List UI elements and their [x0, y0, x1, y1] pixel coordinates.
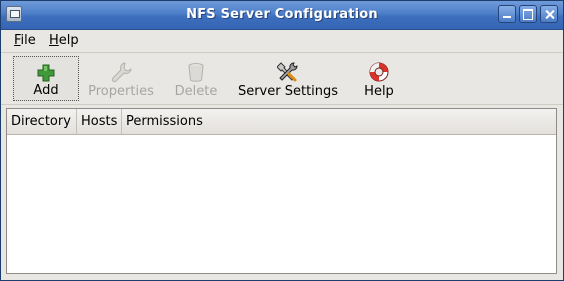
- window-title: NFS Server Configuration: [186, 7, 378, 22]
- maximize-button[interactable]: [519, 5, 537, 23]
- menu-file[interactable]: File: [14, 33, 36, 48]
- close-button[interactable]: [540, 5, 558, 23]
- table-body[interactable]: [7, 135, 556, 273]
- server-settings-button-label: Server Settings: [237, 84, 339, 99]
- lifebuoy-icon: [369, 62, 389, 82]
- properties-button[interactable]: Properties: [83, 56, 159, 101]
- minimize-button[interactable]: [498, 5, 516, 23]
- plus-icon: [37, 64, 55, 82]
- add-button-label: Add: [33, 83, 59, 98]
- column-header-hosts[interactable]: Hosts: [77, 109, 122, 134]
- table-header: Directory Hosts Permissions: [7, 109, 556, 135]
- delete-button[interactable]: Delete: [165, 56, 227, 101]
- column-header-permissions[interactable]: Permissions: [122, 109, 556, 134]
- delete-button-label: Delete: [174, 84, 218, 99]
- add-button[interactable]: Add: [13, 56, 79, 101]
- trash-icon: [188, 63, 204, 82]
- column-header-directory[interactable]: Directory: [7, 109, 77, 134]
- exports-table[interactable]: Directory Hosts Permissions: [6, 108, 557, 274]
- server-settings-button[interactable]: Server Settings: [233, 56, 343, 101]
- main-window: NFS Server Configuration File Help Add P…: [0, 0, 564, 281]
- title-bar[interactable]: NFS Server Configuration: [1, 1, 563, 30]
- tools-icon: [277, 62, 298, 82]
- menu-help[interactable]: Help: [49, 33, 79, 48]
- toolbar: Add Properties Delete Server Settings He…: [1, 53, 563, 105]
- help-button-label: Help: [364, 84, 394, 99]
- properties-button-label: Properties: [88, 84, 154, 99]
- wrench-icon: [111, 62, 132, 83]
- menu-bar: File Help: [1, 30, 563, 53]
- help-button[interactable]: Help: [353, 56, 405, 101]
